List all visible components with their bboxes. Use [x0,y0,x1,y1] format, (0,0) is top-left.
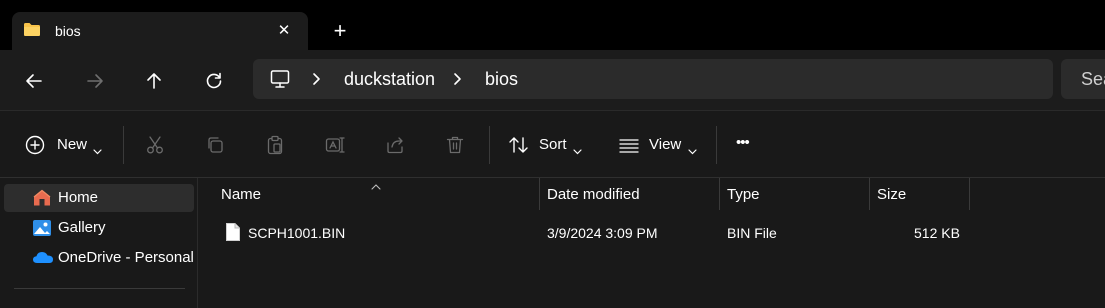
arrow-right-icon [87,74,103,88]
back-button[interactable] [19,66,49,96]
paste-button[interactable] [265,130,287,160]
tab-strip: bios ✕ + [0,0,1105,50]
copy-icon [205,135,225,155]
sidebar-item-onedrive[interactable]: OneDrive - Personal [4,244,194,272]
close-tab-icon[interactable]: ✕ [274,21,294,41]
address-bar[interactable]: duckstation bios [253,59,1053,99]
chevron-right-icon[interactable] [311,72,321,91]
share-icon [385,135,405,155]
column-divider[interactable] [969,178,970,210]
sort-button[interactable]: Sort [508,130,584,160]
search-input[interactable]: Search bios [1061,59,1105,99]
arrow-up-icon [147,73,161,89]
breadcrumb-duckstation[interactable]: duckstation [344,69,435,89]
list-view-icon [618,135,639,155]
sidebar-item-home[interactable]: Home [4,184,194,212]
refresh-button[interactable] [199,66,229,96]
new-label: New [57,136,88,153]
chevron-down-icon [93,142,102,160]
sidebar-item-gallery[interactable]: Gallery [4,214,194,242]
file-list: Name Date modified Type Size SCPH1001.BI… [198,178,1105,308]
sidebar-item-label: OneDrive - Personal [58,249,194,266]
home-icon [32,189,52,207]
column-header-name[interactable]: Name [213,178,539,210]
tab-title: bios [55,23,81,39]
sidebar-item-label: Home [58,189,99,206]
column-header-type[interactable]: Type [719,178,869,210]
file-name: SCPH1001.BIN [248,225,346,241]
new-button[interactable]: New [25,130,107,160]
breadcrumb-bios[interactable]: bios [485,69,518,89]
scissors-icon [145,135,165,155]
cut-button[interactable] [145,130,167,160]
file-type: BIN File [727,225,777,241]
copy-button[interactable] [205,130,227,160]
sidebar-item-label: Gallery [58,219,106,236]
up-button[interactable] [139,66,169,96]
navigation-pane: Home Gallery OneDrive - Personal [0,178,198,308]
search-placeholder: Search bios [1081,69,1105,89]
chevron-down-icon [688,142,697,160]
address-row: duckstation bios Search bios [0,50,1105,110]
column-header-date-modified[interactable]: Date modified [539,178,719,210]
file-row[interactable]: SCPH1001.BIN 3/9/2024 3:09 PM BIN File 5… [198,218,1105,248]
clipboard-icon [265,135,285,155]
trash-icon [445,135,465,155]
command-bar: New Sort View ••• [0,110,1105,178]
toolbar-separator [489,126,490,164]
sort-label: Sort [539,136,567,153]
arrow-left-icon [26,74,42,88]
this-pc-icon[interactable] [269,68,291,95]
file-icon [225,222,241,247]
forward-button[interactable] [80,66,110,96]
rename-button[interactable] [325,130,347,160]
tab-bios[interactable]: bios ✕ [12,12,308,50]
column-header-size[interactable]: Size [869,178,969,210]
toolbar-separator [716,126,717,164]
onedrive-cloud-icon [32,249,53,267]
file-size: 512 KB [914,225,960,241]
view-button[interactable]: View [618,130,698,160]
plus-circle-icon [25,135,45,155]
refresh-icon [206,72,222,89]
sidebar-divider [14,288,185,289]
new-tab-button[interactable]: + [326,19,354,45]
view-label: View [649,136,682,153]
see-more-button[interactable]: ••• [736,130,762,160]
delete-button[interactable] [445,130,467,160]
chevron-right-icon[interactable] [452,72,462,91]
sort-arrows-icon [508,135,528,155]
folder-icon [23,22,41,37]
rename-icon [325,135,345,155]
chevron-down-icon [573,142,582,160]
more-options-icon: ••• [736,134,750,151]
file-date-modified: 3/9/2024 3:09 PM [547,225,658,241]
share-button[interactable] [385,130,407,160]
gallery-icon [32,219,52,237]
toolbar-separator [123,126,124,164]
